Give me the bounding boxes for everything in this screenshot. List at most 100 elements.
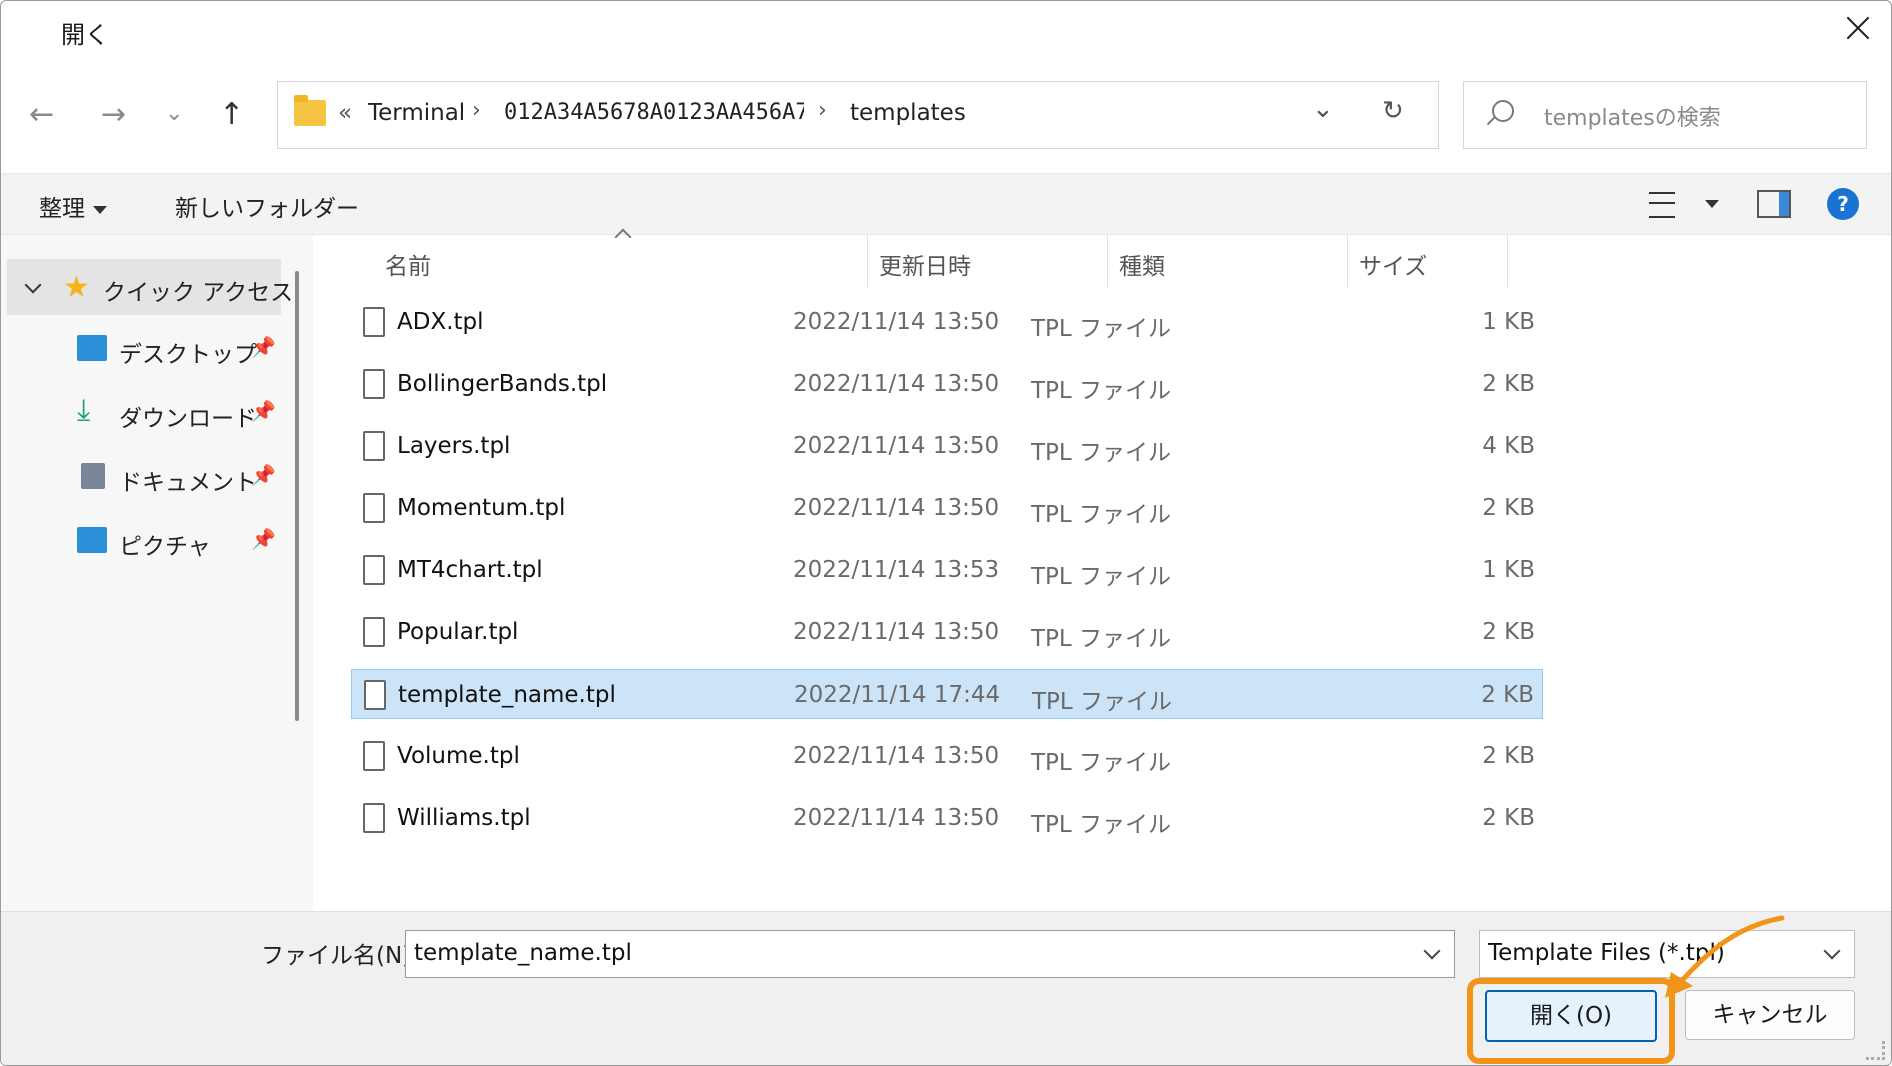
refresh-icon[interactable]: ↻ <box>1382 96 1404 126</box>
file-icon <box>363 369 385 399</box>
sidebar-item-label: ダウンロード <box>119 406 257 432</box>
sidebar-item-label: デスクトップ <box>119 342 257 368</box>
sidebar-item-desktop[interactable]: デスクトップ 📌 <box>7 321 281 377</box>
dialog-title: 開く <box>61 21 109 49</box>
file-type: TPL ファイル <box>1031 316 1172 342</box>
filename-input[interactable]: template_name.tpl <box>405 930 1455 978</box>
breadcrumb-account[interactable]: 012A34A5678A0123AA456A7A8A <box>504 100 804 125</box>
file-type: TPL ファイル <box>1031 626 1172 652</box>
chevron-down-icon[interactable] <box>1423 942 1441 960</box>
file-name: Layers.tpl <box>397 433 511 459</box>
expand-chevron-icon[interactable] <box>24 276 42 294</box>
annotation-highlight <box>1467 978 1675 1064</box>
file-date: 2022/11/14 13:50 <box>793 433 1000 459</box>
preview-pane-icon[interactable] <box>1757 190 1791 218</box>
file-date: 2022/11/14 13:53 <box>793 557 1000 583</box>
file-size: 2 KB <box>1482 743 1535 769</box>
column-header-label: 更新日時 <box>879 254 971 280</box>
file-size: 2 KB <box>1482 805 1535 831</box>
pictures-icon <box>77 527 107 553</box>
breadcrumb-templates[interactable]: templates <box>850 100 966 126</box>
pin-icon[interactable]: 📌 <box>251 335 276 359</box>
file-type: TPL ファイル <box>1031 378 1172 404</box>
file-icon <box>363 431 385 461</box>
table-row[interactable]: Layers.tpl 2022/11/14 13:50 TPL ファイル 4 K… <box>351 421 1543 471</box>
file-icon <box>363 617 385 647</box>
file-size: 1 KB <box>1482 557 1535 583</box>
file-icon <box>363 803 385 833</box>
file-name: BollingerBands.tpl <box>397 371 608 397</box>
view-options-chevron-icon[interactable] <box>1705 200 1719 208</box>
column-header-type[interactable]: 種類 <box>1107 235 1348 287</box>
column-header-date[interactable]: 更新日時 <box>867 235 1108 287</box>
open-file-dialog: 開く ← → ⌄ ↑ « Terminal › 012A34A5678A0123… <box>0 0 1892 1066</box>
table-row[interactable]: Momentum.tpl 2022/11/14 13:50 TPL ファイル 2… <box>351 483 1543 533</box>
column-header-size[interactable]: サイズ <box>1347 235 1508 287</box>
table-row[interactable]: ADX.tpl 2022/11/14 13:50 TPL ファイル 1 KB <box>351 297 1543 347</box>
chevron-down-icon <box>93 205 107 214</box>
recent-locations-icon[interactable]: ⌄ <box>165 101 183 126</box>
pin-icon[interactable]: 📌 <box>251 463 276 487</box>
table-row[interactable]: MT4chart.tpl 2022/11/14 13:53 TPL ファイル 1… <box>351 545 1543 595</box>
file-name: Volume.tpl <box>397 743 520 769</box>
new-folder-button[interactable]: 新しいフォルダー <box>175 189 359 223</box>
address-bar[interactable]: « Terminal › 012A34A5678A0123AA456A7A8A … <box>277 81 1439 149</box>
title-bar: 開く <box>1 1 1891 61</box>
file-type: TPL ファイル <box>1031 812 1172 838</box>
filename-value: template_name.tpl <box>414 940 632 966</box>
file-name: Momentum.tpl <box>397 495 566 521</box>
file-size: 1 KB <box>1482 309 1535 335</box>
pin-icon[interactable]: 📌 <box>251 399 276 423</box>
help-icon[interactable]: ? <box>1827 188 1859 220</box>
close-icon[interactable] <box>1841 11 1875 45</box>
file-date: 2022/11/14 17:44 <box>794 682 1001 708</box>
table-row[interactable]: BollingerBands.tpl 2022/11/14 13:50 TPL … <box>351 359 1543 409</box>
file-icon <box>363 555 385 585</box>
table-row-selected[interactable]: template_name.tpl 2022/11/14 17:44 TPL フ… <box>351 669 1543 719</box>
view-details-icon[interactable] <box>1649 192 1675 218</box>
breadcrumb-terminal[interactable]: Terminal <box>368 100 465 126</box>
filename-label: ファイル名(N): <box>261 943 419 969</box>
breadcrumb-separator[interactable]: › <box>818 98 827 123</box>
file-icon <box>363 741 385 771</box>
column-header-label: サイズ <box>1359 254 1428 280</box>
file-type: TPL ファイル <box>1032 689 1173 715</box>
forward-arrow-icon[interactable]: → <box>101 97 126 132</box>
search-box[interactable]: templatesの検索 <box>1463 81 1867 149</box>
breadcrumb-separator[interactable]: › <box>472 98 481 123</box>
resize-grip[interactable] <box>1866 1041 1885 1060</box>
file-name: ADX.tpl <box>397 309 484 335</box>
command-bar: 整理 新しいフォルダー ? <box>1 173 1891 235</box>
sidebar-item-downloads[interactable]: ⤓ ダウンロード 📌 <box>7 385 281 441</box>
file-type: TPL ファイル <box>1031 440 1172 466</box>
breadcrumb-overflow[interactable]: « <box>338 100 352 126</box>
up-arrow-icon[interactable]: ↑ <box>219 97 244 132</box>
navigation-pane: ★ クイック アクセス デスクトップ 📌 ⤓ ダウンロード 📌 ドキュメント 📌… <box>1 235 313 911</box>
file-date: 2022/11/14 13:50 <box>793 805 1000 831</box>
star-icon: ★ <box>63 270 90 305</box>
column-header-name[interactable]: 名前 <box>315 228 868 287</box>
table-row[interactable]: Popular.tpl 2022/11/14 13:50 TPL ファイル 2 … <box>351 607 1543 657</box>
sidebar-scrollbar[interactable] <box>295 271 299 721</box>
sidebar-item-pictures[interactable]: ピクチャ 📌 <box>7 513 281 569</box>
documents-icon <box>81 463 105 489</box>
file-icon <box>363 307 385 337</box>
table-row[interactable]: Williams.tpl 2022/11/14 13:50 TPL ファイル 2… <box>351 793 1543 843</box>
address-dropdown-icon[interactable]: ⌄ <box>1312 94 1334 124</box>
file-name: Williams.tpl <box>397 805 531 831</box>
pin-icon[interactable]: 📌 <box>251 527 276 551</box>
sidebar-item-documents[interactable]: ドキュメント 📌 <box>7 449 281 505</box>
table-row[interactable]: Volume.tpl 2022/11/14 13:50 TPL ファイル 2 K… <box>351 731 1543 781</box>
sidebar-item-quick-access[interactable]: ★ クイック アクセス <box>7 259 293 315</box>
column-header-label: 名前 <box>385 254 431 280</box>
sidebar-item-label: ドキュメント <box>119 470 257 496</box>
file-icon <box>363 493 385 523</box>
file-name: template_name.tpl <box>398 682 616 708</box>
back-arrow-icon[interactable]: ← <box>29 97 54 132</box>
navigation-bar: ← → ⌄ ↑ « Terminal › 012A34A5678A0123AA4… <box>1 81 1891 151</box>
organize-button[interactable]: 整理 <box>39 189 107 223</box>
file-date: 2022/11/14 13:50 <box>793 371 1000 397</box>
column-header-label: 種類 <box>1119 254 1165 280</box>
file-icon <box>364 680 386 710</box>
search-placeholder: templatesの検索 <box>1544 106 1721 131</box>
